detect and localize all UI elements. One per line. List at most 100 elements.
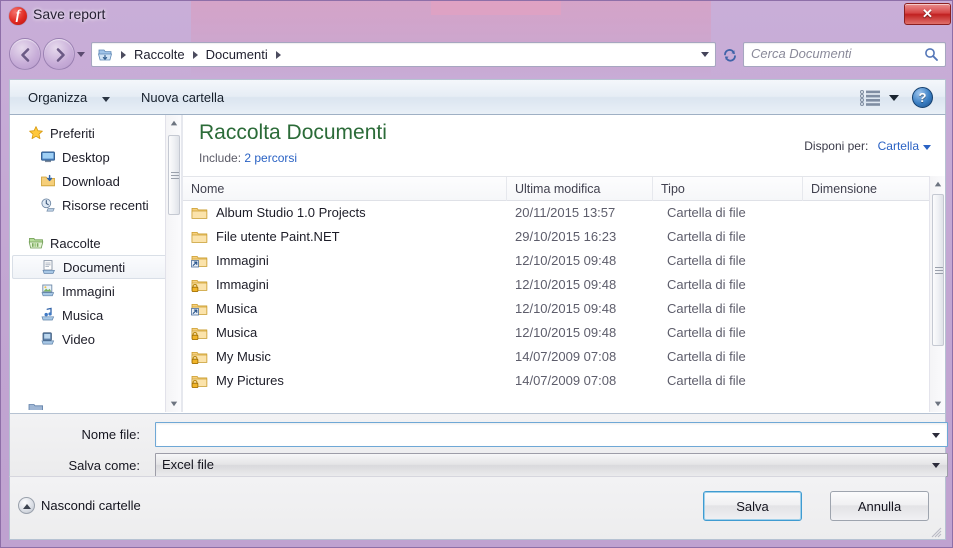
arrange-value[interactable]: Cartella	[878, 139, 919, 153]
table-row[interactable]: My Music 14/07/2009 07:08 Cartella di fi…	[183, 345, 929, 369]
libraries-icon	[28, 235, 44, 251]
table-row[interactable]: Musica 12/10/2015 09:48 Cartella di file	[183, 321, 929, 345]
sidebar-group-preferiti[interactable]: Preferiti	[10, 121, 181, 145]
cancel-button[interactable]: Annulla	[830, 491, 929, 521]
table-row[interactable]: Immagini 12/10/2015 09:48 Cartella di fi…	[183, 273, 929, 297]
sidebar-item-risorse-recenti[interactable]: Risorse recenti	[10, 193, 181, 217]
file-name-cell[interactable]: My Music	[191, 345, 271, 369]
sidebar-item-download[interactable]: Download	[10, 169, 181, 193]
search-icon	[924, 47, 939, 67]
filename-input[interactable]	[161, 426, 926, 443]
recent-places-icon	[40, 197, 56, 213]
file-name-cell[interactable]: Album Studio 1.0 Projects	[191, 201, 366, 225]
filename-combobox[interactable]	[155, 422, 948, 447]
close-button[interactable]: ✕	[904, 3, 951, 25]
sidebar-group-label: Raccolte	[50, 235, 101, 251]
sidebar-item-desktop[interactable]: Desktop	[10, 145, 181, 169]
resize-grip[interactable]	[930, 525, 942, 538]
navigation-bar: Raccolte Documenti	[1, 31, 952, 79]
table-row[interactable]: Immagini 12/10/2015 09:48 Cartella di fi…	[183, 249, 929, 273]
folder-locked-icon	[191, 373, 208, 389]
breadcrumb[interactable]: Raccolte Documenti	[91, 42, 716, 67]
file-name-label: My Music	[216, 349, 271, 364]
desktop-icon	[40, 149, 56, 165]
refresh-button[interactable]	[719, 42, 741, 67]
breadcrumb-item-0[interactable]: Raccolte	[131, 47, 188, 62]
file-name-cell[interactable]: My Pictures	[191, 369, 284, 393]
column-header-dimensione[interactable]: Dimensione	[803, 177, 929, 201]
breadcrumb-item-1[interactable]: Documenti	[203, 47, 271, 62]
file-name-label: Musica	[216, 325, 258, 340]
filename-label: Nome file:	[81, 427, 140, 442]
savetype-dropdown[interactable]: Excel file	[155, 453, 948, 477]
history-dropdown-icon[interactable]	[77, 52, 85, 57]
includes-link[interactable]: 2 percorsi	[244, 151, 297, 165]
search-box[interactable]	[743, 42, 946, 67]
breadcrumb-dropdown-icon[interactable]	[701, 52, 709, 57]
file-name-cell[interactable]: Immagini	[191, 249, 269, 273]
column-header-tipo[interactable]: Tipo	[653, 177, 803, 201]
folder-icon	[191, 229, 208, 245]
column-header-ultima-modifica[interactable]: Ultima modifica	[507, 177, 653, 201]
sidebar-item-video[interactable]: Video	[10, 327, 181, 351]
libraries-icon	[96, 46, 114, 64]
file-list-pane: Raccolta Documenti Include: 2 percorsi D…	[183, 115, 945, 412]
scroll-up-arrow-icon[interactable]	[930, 176, 945, 192]
organizza-chevron-down-icon[interactable]	[102, 97, 110, 102]
file-name-cell[interactable]: Musica	[191, 297, 257, 321]
view-chevron-down-icon[interactable]	[889, 95, 899, 101]
savetype-chevron-down-icon[interactable]	[932, 463, 940, 468]
sidebar-item-immagini[interactable]: Immagini	[10, 279, 181, 303]
sidebar-item-documenti[interactable]: Documenti	[12, 255, 167, 279]
nuova-cartella-button[interactable]: Nuova cartella	[135, 88, 230, 107]
toolbar: Organizza Nuova cartella ?	[9, 79, 946, 115]
library-includes: Include: 2 percorsi	[199, 151, 297, 165]
hide-folders-button[interactable]: Nascondi cartelle	[18, 497, 141, 514]
pictures-library-icon	[40, 283, 56, 299]
back-button[interactable]	[9, 38, 41, 70]
sidebar-group-raccolte[interactable]: Raccolte	[10, 231, 181, 255]
file-name-label: Musica	[216, 301, 258, 316]
table-row[interactable]: File utente Paint.NET 29/10/2015 16:23 C…	[183, 225, 929, 249]
file-modified-cell: 12/10/2015 09:48	[515, 325, 617, 340]
file-list-scrollbar[interactable]	[929, 176, 945, 412]
save-button[interactable]: Salva	[703, 491, 802, 521]
file-name-cell[interactable]: Musica	[191, 321, 257, 345]
help-icon[interactable]: ?	[912, 87, 933, 108]
forward-button[interactable]	[43, 38, 75, 70]
sidebar-item-musica[interactable]: Musica	[10, 303, 181, 327]
title-bar: f Save report ✕	[1, 1, 952, 31]
file-modified-cell: 29/10/2015 16:23	[515, 229, 617, 244]
table-row[interactable]: Musica 12/10/2015 09:48 Cartella di file	[183, 297, 929, 321]
file-name-cell[interactable]: File utente Paint.NET	[191, 225, 340, 249]
file-name-label: My Pictures	[216, 373, 284, 388]
scroll-up-arrow-icon[interactable]	[166, 115, 181, 131]
list-view-icon[interactable]	[859, 88, 883, 108]
table-row[interactable]: My Pictures 14/07/2009 07:08 Cartella di…	[183, 369, 929, 393]
hide-folders-label: Nascondi cartelle	[41, 498, 141, 513]
column-header-row: Nome Ultima modifica Tipo Dimensione	[183, 176, 945, 201]
sidebar-scroll-thumb[interactable]	[168, 135, 180, 215]
navigation-sidebar: Preferiti Desktop Download Risorse recen…	[10, 115, 181, 412]
file-list-scroll-thumb[interactable]	[932, 194, 944, 346]
column-header-nome[interactable]: Nome	[183, 177, 507, 201]
file-name-label: Immagini	[216, 277, 269, 292]
file-name-cell[interactable]: Immagini	[191, 273, 269, 297]
organizza-button[interactable]: Organizza	[22, 88, 93, 107]
arrange-chevron-down-icon[interactable]	[923, 145, 931, 150]
table-row[interactable]: Album Studio 1.0 Projects 20/11/2015 13:…	[183, 201, 929, 225]
file-type-cell: Cartella di file	[667, 229, 746, 244]
search-input[interactable]	[751, 46, 911, 61]
folder-icon	[191, 205, 208, 221]
scroll-thumb-grip	[171, 172, 179, 179]
scroll-down-arrow-icon[interactable]	[930, 396, 945, 412]
scroll-thumb-grip	[935, 267, 943, 274]
folder-locked-icon	[191, 349, 208, 365]
filename-chevron-down-icon[interactable]	[932, 433, 940, 438]
includes-label: Include:	[199, 151, 242, 165]
sidebar-partial-item[interactable]	[28, 400, 44, 410]
sidebar-scrollbar[interactable]	[165, 115, 181, 412]
scroll-down-arrow-icon[interactable]	[166, 396, 181, 412]
sidebar-item-label: Immagini	[62, 283, 115, 299]
file-modified-cell: 12/10/2015 09:48	[515, 301, 617, 316]
